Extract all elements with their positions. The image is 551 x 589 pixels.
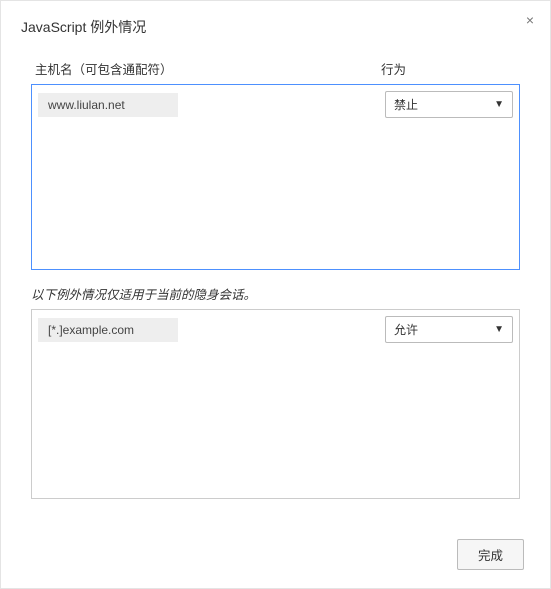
action-select[interactable]: 禁止 ▼	[385, 91, 513, 118]
incognito-exceptions-list[interactable]: [*.]example.com 允许 ▼	[31, 309, 520, 499]
close-button[interactable]: ×	[524, 11, 536, 29]
host-field[interactable]: [*.]example.com	[38, 318, 178, 342]
exceptions-dialog: × JavaScript 例外情况 主机名（可包含通配符） 行为 www.liu…	[1, 1, 550, 588]
incognito-note: 以下例外情况仅适用于当前的隐身会话。	[31, 284, 520, 303]
action-select-value: 允许	[394, 321, 418, 338]
action-column-header: 行为	[381, 59, 516, 78]
exception-row[interactable]: www.liulan.net 禁止 ▼	[36, 89, 515, 120]
dialog-title: JavaScript 例外情况	[21, 17, 530, 37]
dialog-footer: 完成	[457, 539, 524, 570]
done-button[interactable]: 完成	[457, 539, 524, 570]
chevron-down-icon: ▼	[494, 99, 504, 110]
action-select[interactable]: 允许 ▼	[385, 316, 513, 343]
exception-row[interactable]: [*.]example.com 允许 ▼	[36, 314, 515, 345]
column-headers: 主机名（可包含通配符） 行为	[31, 59, 520, 78]
chevron-down-icon: ▼	[494, 324, 504, 335]
host-field[interactable]: www.liulan.net	[38, 93, 178, 117]
host-column-header: 主机名（可包含通配符）	[35, 59, 381, 78]
exceptions-list[interactable]: www.liulan.net 禁止 ▼	[31, 84, 520, 270]
action-select-value: 禁止	[394, 96, 418, 113]
